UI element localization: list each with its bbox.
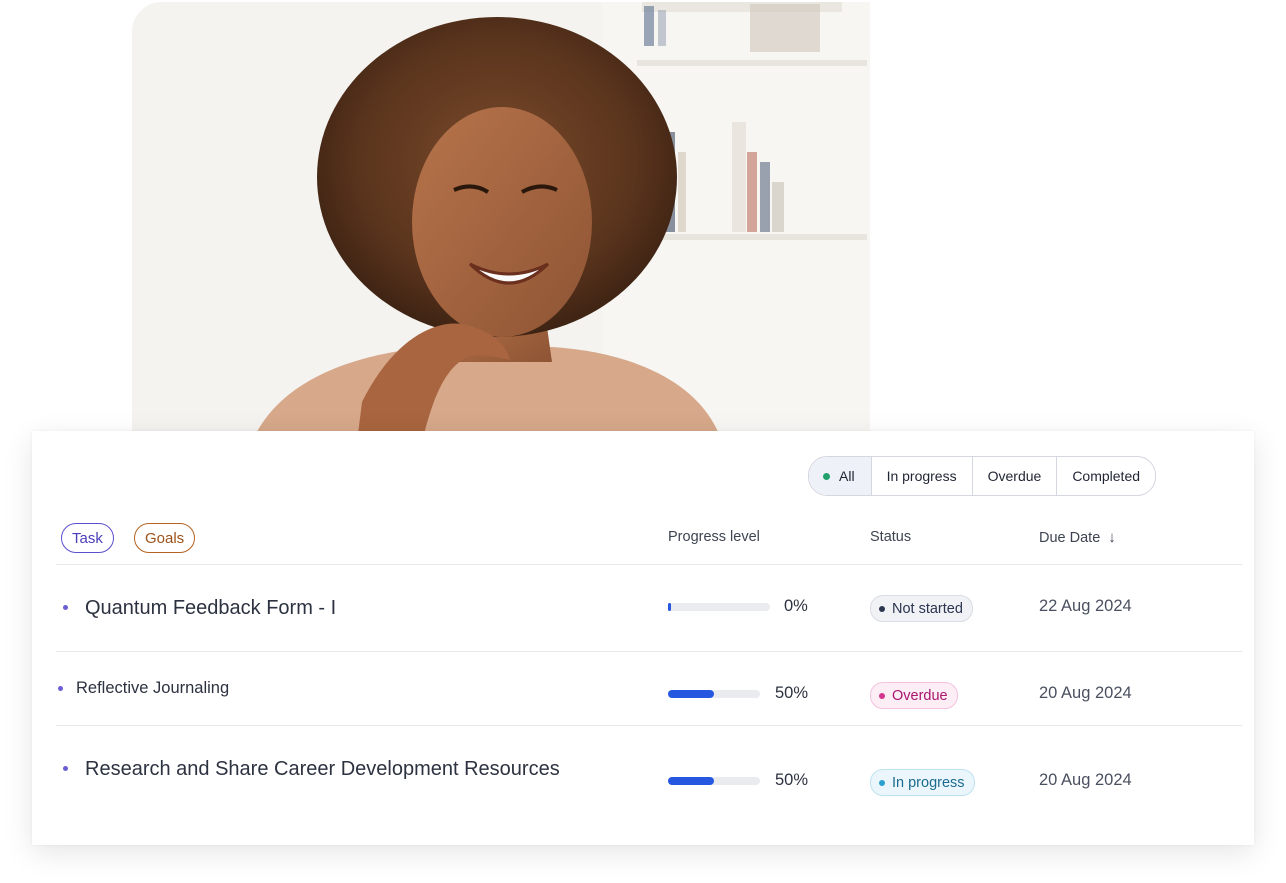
due-date: 20 Aug 2024 [1039, 684, 1132, 702]
status-dot-icon [879, 605, 885, 612]
filter-overdue-label: Overdue [987, 468, 1042, 484]
filter-completed-label: Completed [1072, 468, 1141, 484]
status-column-header: Status [870, 529, 912, 545]
progress-column-header: Progress level [668, 529, 760, 545]
status-dot-icon [879, 779, 885, 786]
filter-in-progress-label: In progress [886, 468, 957, 484]
task-name[interactable]: Quantum Feedback Form - I [85, 597, 336, 620]
due-date: 20 Aug 2024 [1039, 771, 1132, 789]
active-dot-icon [823, 472, 830, 480]
status-filter-group: All In progress Overdue Completed [808, 456, 1157, 496]
progress-bar [668, 690, 760, 698]
status-badge: In progress [870, 769, 975, 796]
progress-bar-fill [668, 690, 714, 698]
row-divider [56, 651, 1242, 652]
filter-overdue-button[interactable]: Overdue [973, 457, 1058, 495]
bullet-icon [63, 605, 68, 610]
status-label: In progress [892, 774, 965, 791]
task-table-card: All In progress Overdue Completed Task G… [32, 431, 1254, 845]
filter-all-button[interactable]: All [809, 457, 872, 495]
header-divider [56, 564, 1242, 565]
status-badge: Not started [870, 595, 973, 622]
page: All In progress Overdue Completed Task G… [0, 0, 1286, 883]
goals-chip[interactable]: Goals [134, 523, 196, 553]
bullet-icon [63, 766, 68, 771]
task-name[interactable]: Research and Share Career Development Re… [85, 758, 560, 781]
task-chip[interactable]: Task [61, 523, 114, 553]
progress-bar-fill [668, 603, 671, 611]
progress-bar [668, 603, 770, 611]
due-date: 22 Aug 2024 [1039, 597, 1132, 615]
status-label: Overdue [892, 687, 948, 704]
due-date-label: Due Date [1039, 530, 1101, 546]
progress-percent: 50% [775, 684, 809, 702]
filter-in-progress-button[interactable]: In progress [872, 457, 973, 495]
bullet-icon [58, 686, 63, 691]
hero-photo [132, 2, 870, 442]
status-label: Not started [892, 600, 963, 617]
filter-completed-button[interactable]: Completed [1057, 457, 1155, 495]
row-divider [56, 725, 1242, 726]
status-dot-icon [879, 692, 885, 699]
progress-percent: 50% [775, 771, 809, 789]
progress-bar [668, 777, 760, 785]
filter-all-label: All [839, 468, 855, 484]
status-badge: Overdue [870, 682, 958, 709]
task-name[interactable]: Reflective Journaling [76, 679, 229, 698]
progress-bar-fill [668, 777, 714, 785]
arrow-down-icon[interactable]: ↓ [1108, 529, 1116, 546]
progress-percent: 0% [784, 597, 808, 615]
due-date-column-header[interactable]: Due Date ↓ [1039, 529, 1116, 546]
